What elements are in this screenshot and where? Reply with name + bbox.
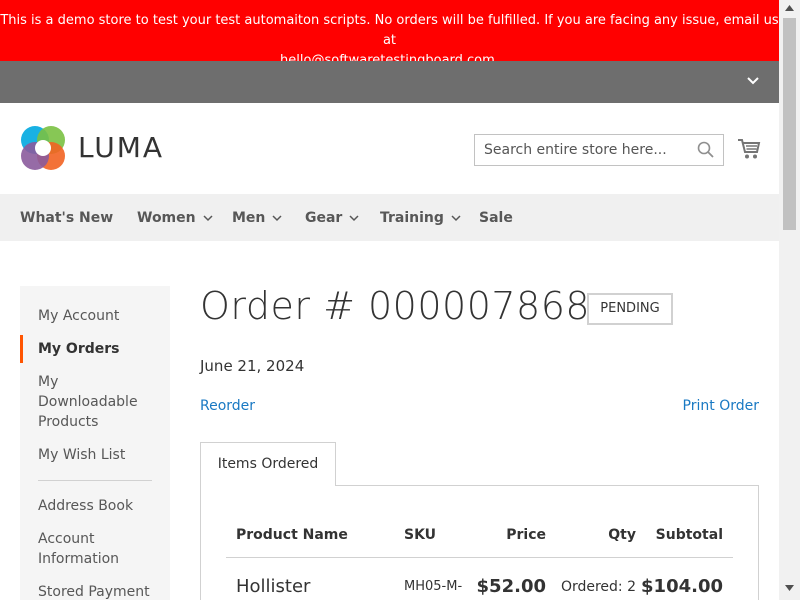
tab-items-ordered[interactable]: Items Ordered <box>200 442 336 486</box>
active-item-marker <box>20 335 23 363</box>
nav-label: Gear <box>305 210 343 226</box>
search-icon[interactable] <box>697 141 715 159</box>
column-header-sku: SKU <box>404 527 437 543</box>
subtotal-cell: $104.00 <box>641 576 723 597</box>
scrollbar-thumb[interactable] <box>783 18 796 230</box>
logo-text: LUMA <box>78 131 165 164</box>
sidebar-item-address-book[interactable]: Address Book <box>38 496 153 516</box>
top-panel-bar <box>0 61 779 103</box>
search-box <box>474 134 724 166</box>
scroll-down-icon[interactable] <box>784 584 795 592</box>
sidebar-item-account-information[interactable]: Account Information <box>38 529 153 569</box>
nav-label: What's New <box>20 210 114 226</box>
sidebar-item-my-account[interactable]: My Account <box>38 306 153 326</box>
chevron-down-icon <box>451 215 461 222</box>
luma-logo-icon <box>21 126 65 170</box>
nav-item-men[interactable]: Men <box>232 210 283 226</box>
nav-item-women[interactable]: Women <box>137 210 214 226</box>
chevron-down-icon <box>272 215 282 222</box>
nav-item-whats-new[interactable]: What's New <box>20 210 113 226</box>
status-badge: PENDING <box>587 293 673 325</box>
sidebar-item-wish-list[interactable]: My Wish List <box>38 445 153 465</box>
nav-label: Training <box>380 210 444 226</box>
column-header-product-name: Product Name <box>236 527 348 543</box>
page-title: Order # 000007868 <box>200 284 591 328</box>
nav-item-gear[interactable]: Gear <box>305 210 360 226</box>
chevron-down-icon <box>203 215 213 222</box>
nav-label: Men <box>232 210 266 226</box>
column-header-subtotal: Subtotal <box>655 527 723 543</box>
column-header-price: Price <box>506 527 546 543</box>
chevron-down-icon[interactable] <box>745 73 761 89</box>
site-header: LUMA <box>0 103 779 194</box>
qty-cell: Ordered: 2 <box>560 579 636 595</box>
sidebar-item-my-orders: My Orders <box>38 341 120 357</box>
nav-label: Women <box>137 210 196 226</box>
demo-store-banner: This is a demo store to test your test a… <box>0 0 779 68</box>
nav-item-training[interactable]: Training <box>380 210 462 226</box>
sidebar-divider <box>38 480 152 481</box>
scroll-up-icon[interactable] <box>784 4 795 12</box>
reorder-link[interactable]: Reorder <box>200 398 255 414</box>
table-header-divider <box>226 557 733 558</box>
product-name-cell[interactable]: Hollister <box>236 576 310 597</box>
sku-cell: MH05-M- <box>404 579 463 594</box>
sidebar-item-downloadable-products[interactable]: My Downloadable Products <box>38 372 153 432</box>
sidebar-item-stored-payment[interactable]: Stored Payment <box>38 582 153 600</box>
cart-icon[interactable] <box>737 137 761 161</box>
luma-logo[interactable]: LUMA <box>20 125 170 173</box>
page-scrollbar[interactable] <box>779 0 800 600</box>
main-navigation: What's New Women Men Gear Training Sale <box>0 194 779 241</box>
print-order-link[interactable]: Print Order <box>683 398 759 414</box>
account-sidebar: My Account My Orders My Downloadable Pro… <box>20 286 170 600</box>
order-date: June 21, 2024 <box>200 357 305 375</box>
nav-label: Sale <box>479 210 513 226</box>
column-header-qty: Qty <box>608 527 636 543</box>
price-cell: $52.00 <box>476 576 546 597</box>
search-input[interactable] <box>475 135 695 165</box>
nav-item-sale[interactable]: Sale <box>479 210 513 226</box>
chevron-down-icon <box>349 215 359 222</box>
banner-text-line1: This is a demo store to test your test a… <box>0 13 779 48</box>
